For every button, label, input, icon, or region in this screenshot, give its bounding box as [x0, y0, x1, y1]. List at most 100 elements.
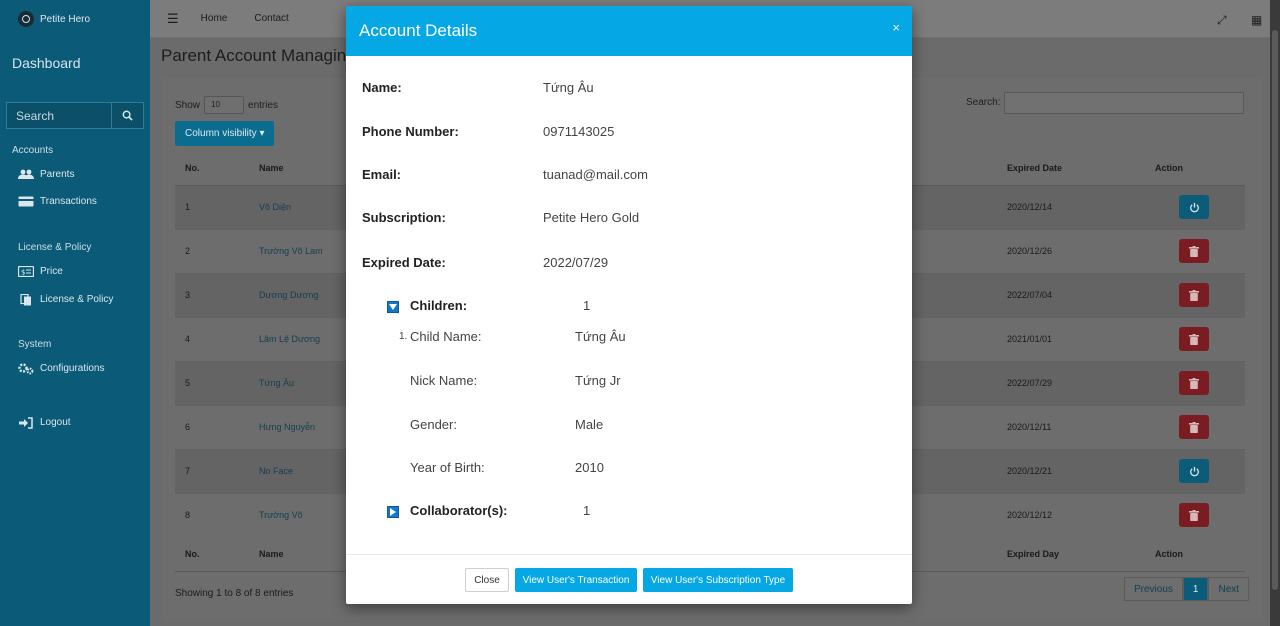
sidebar-item-label: Transactions [40, 196, 97, 207]
nav-contact[interactable]: Contact [254, 13, 288, 24]
trash-icon [1189, 245, 1199, 257]
sidebar-item-logout[interactable]: Logout [18, 416, 71, 429]
sidebar-item-transactions[interactable]: Transactions [18, 196, 97, 207]
child-name-label: Child Name: [410, 329, 482, 344]
col-footer-action: Action [1145, 537, 1245, 572]
sidebar: Petite Hero Dashboard Search Accounts Pa… [0, 0, 150, 626]
email-value: tuanad@mail.com [543, 167, 648, 182]
children-toggle-icon[interactable] [387, 301, 399, 313]
pager-page-1[interactable]: 1 [1182, 577, 1209, 601]
toggle-active-button[interactable] [1179, 195, 1209, 219]
cell-expired: 2020/12/12 [997, 492, 1145, 537]
collaborators-count: 1 [583, 503, 591, 518]
account-details-modal: Account Details × Name: Tứng Âu Phone Nu… [346, 6, 912, 604]
sidebar-item-parents[interactable]: Parents [18, 169, 74, 180]
pager-previous[interactable]: Previous [1124, 577, 1183, 601]
close-button[interactable]: Close [465, 568, 509, 592]
nav-header-accounts: Accounts [12, 145, 54, 156]
cell-no: 2 [175, 228, 249, 273]
credit-card-icon [18, 196, 34, 207]
cell-expired: 2020/12/21 [997, 448, 1145, 493]
sidebar-search-button[interactable] [111, 103, 143, 128]
view-transaction-button[interactable]: View User's Transaction [515, 568, 637, 592]
sidebar-item-license-policy[interactable]: License & Policy [18, 293, 114, 305]
cell-action [1145, 272, 1245, 317]
fullscreen-icon[interactable]: ⤢ [1217, 13, 1227, 28]
name-label: Name: [362, 80, 402, 95]
sidebar-item-configurations[interactable]: Configurations [18, 362, 105, 374]
cell-action [1145, 404, 1245, 449]
child-index: 1. [399, 331, 408, 342]
show-label: Show [175, 99, 201, 111]
cell-expired: 2022/07/29 [997, 360, 1145, 405]
nav-home[interactable]: Home [201, 13, 228, 24]
page-scrollbar[interactable] [1270, 0, 1280, 626]
collaborators-label: Collaborator(s): [410, 503, 508, 518]
phone-label: Phone Number: [362, 124, 459, 139]
cell-expired: 2020/12/26 [997, 228, 1145, 273]
delete-button[interactable] [1179, 415, 1209, 439]
price-tag-icon: $ [18, 266, 34, 277]
pager-next[interactable]: Next [1208, 577, 1250, 601]
cell-expired: 2020/12/14 [997, 184, 1145, 229]
trash-icon [1189, 509, 1199, 521]
scrollbar-thumb[interactable] [1272, 30, 1278, 590]
trash-icon [1189, 377, 1199, 389]
col-footer-no: No. [175, 537, 249, 572]
cell-action [1145, 448, 1245, 493]
cell-expired: 2021/01/01 [997, 316, 1145, 361]
modal-footer: Close View User's Transaction View User'… [346, 554, 912, 604]
gears-icon [18, 362, 34, 374]
brand[interactable]: Petite Hero [0, 0, 150, 38]
entries-select[interactable]: 10 [204, 96, 245, 114]
trash-icon [1189, 289, 1199, 301]
grid-apps-icon[interactable]: ▦ [1251, 13, 1262, 27]
sidebar-item-price[interactable]: $ Price [18, 266, 63, 277]
children-label: Children: [410, 298, 468, 313]
email-label: Email: [362, 167, 402, 182]
collaborators-toggle-icon[interactable] [387, 506, 399, 518]
modal-header: Account Details × [346, 6, 912, 56]
sidebar-item-label: License & Policy [40, 294, 114, 305]
sidebar-item-label: Logout [40, 417, 71, 428]
delete-button[interactable] [1179, 327, 1209, 351]
nav-header-license: License & Policy [18, 242, 92, 253]
cell-action [1145, 316, 1245, 361]
toggle-active-button[interactable] [1179, 459, 1209, 483]
brand-logo-icon [18, 11, 34, 27]
showing-info: Showing 1 to 8 of 8 entries [175, 588, 294, 599]
delete-button[interactable] [1179, 371, 1209, 395]
year-of-birth-label: Year of Birth: [410, 460, 485, 475]
subscription-label: Subscription: [362, 210, 446, 225]
view-subscription-type-button[interactable]: View User's Subscription Type [643, 568, 793, 592]
nick-name-label: Nick Name: [410, 373, 478, 388]
sidebar-item-label: Configurations [40, 363, 105, 374]
show-entries: Show 10 entries [175, 96, 278, 114]
gender-value: Male [575, 417, 604, 432]
close-icon[interactable]: × [892, 20, 900, 35]
child-name-value: Tứng Âu [575, 329, 626, 344]
col-header-expired[interactable]: Expired Date [997, 151, 1145, 186]
cell-expired: 2020/12/11 [997, 404, 1145, 449]
cell-no: 3 [175, 272, 249, 317]
children-count: 1 [583, 298, 591, 313]
year-of-birth-value: 2010 [575, 460, 604, 475]
cell-action [1145, 228, 1245, 273]
table-search-label: Search: [966, 97, 1001, 108]
delete-button[interactable] [1179, 503, 1209, 528]
delete-button[interactable] [1179, 283, 1209, 307]
sidebar-search-input[interactable]: Search [7, 103, 111, 128]
column-visibility-button[interactable]: Column visibility ▾ [175, 121, 275, 146]
sidebar-item-label: Parents [40, 169, 75, 180]
subscription-value: Petite Hero Gold [543, 210, 640, 225]
users-icon [18, 169, 34, 180]
power-icon [1189, 202, 1199, 212]
delete-button[interactable] [1179, 239, 1209, 263]
nick-name-value: Tứng Jr [575, 373, 621, 388]
sign-in-icon [18, 416, 34, 429]
svg-text:$: $ [21, 269, 25, 277]
col-header-no[interactable]: No. [175, 151, 249, 186]
table-search-input[interactable] [1004, 92, 1244, 114]
hamburger-menu-icon[interactable]: ☰ [167, 11, 179, 27]
cell-no: 4 [175, 316, 249, 361]
